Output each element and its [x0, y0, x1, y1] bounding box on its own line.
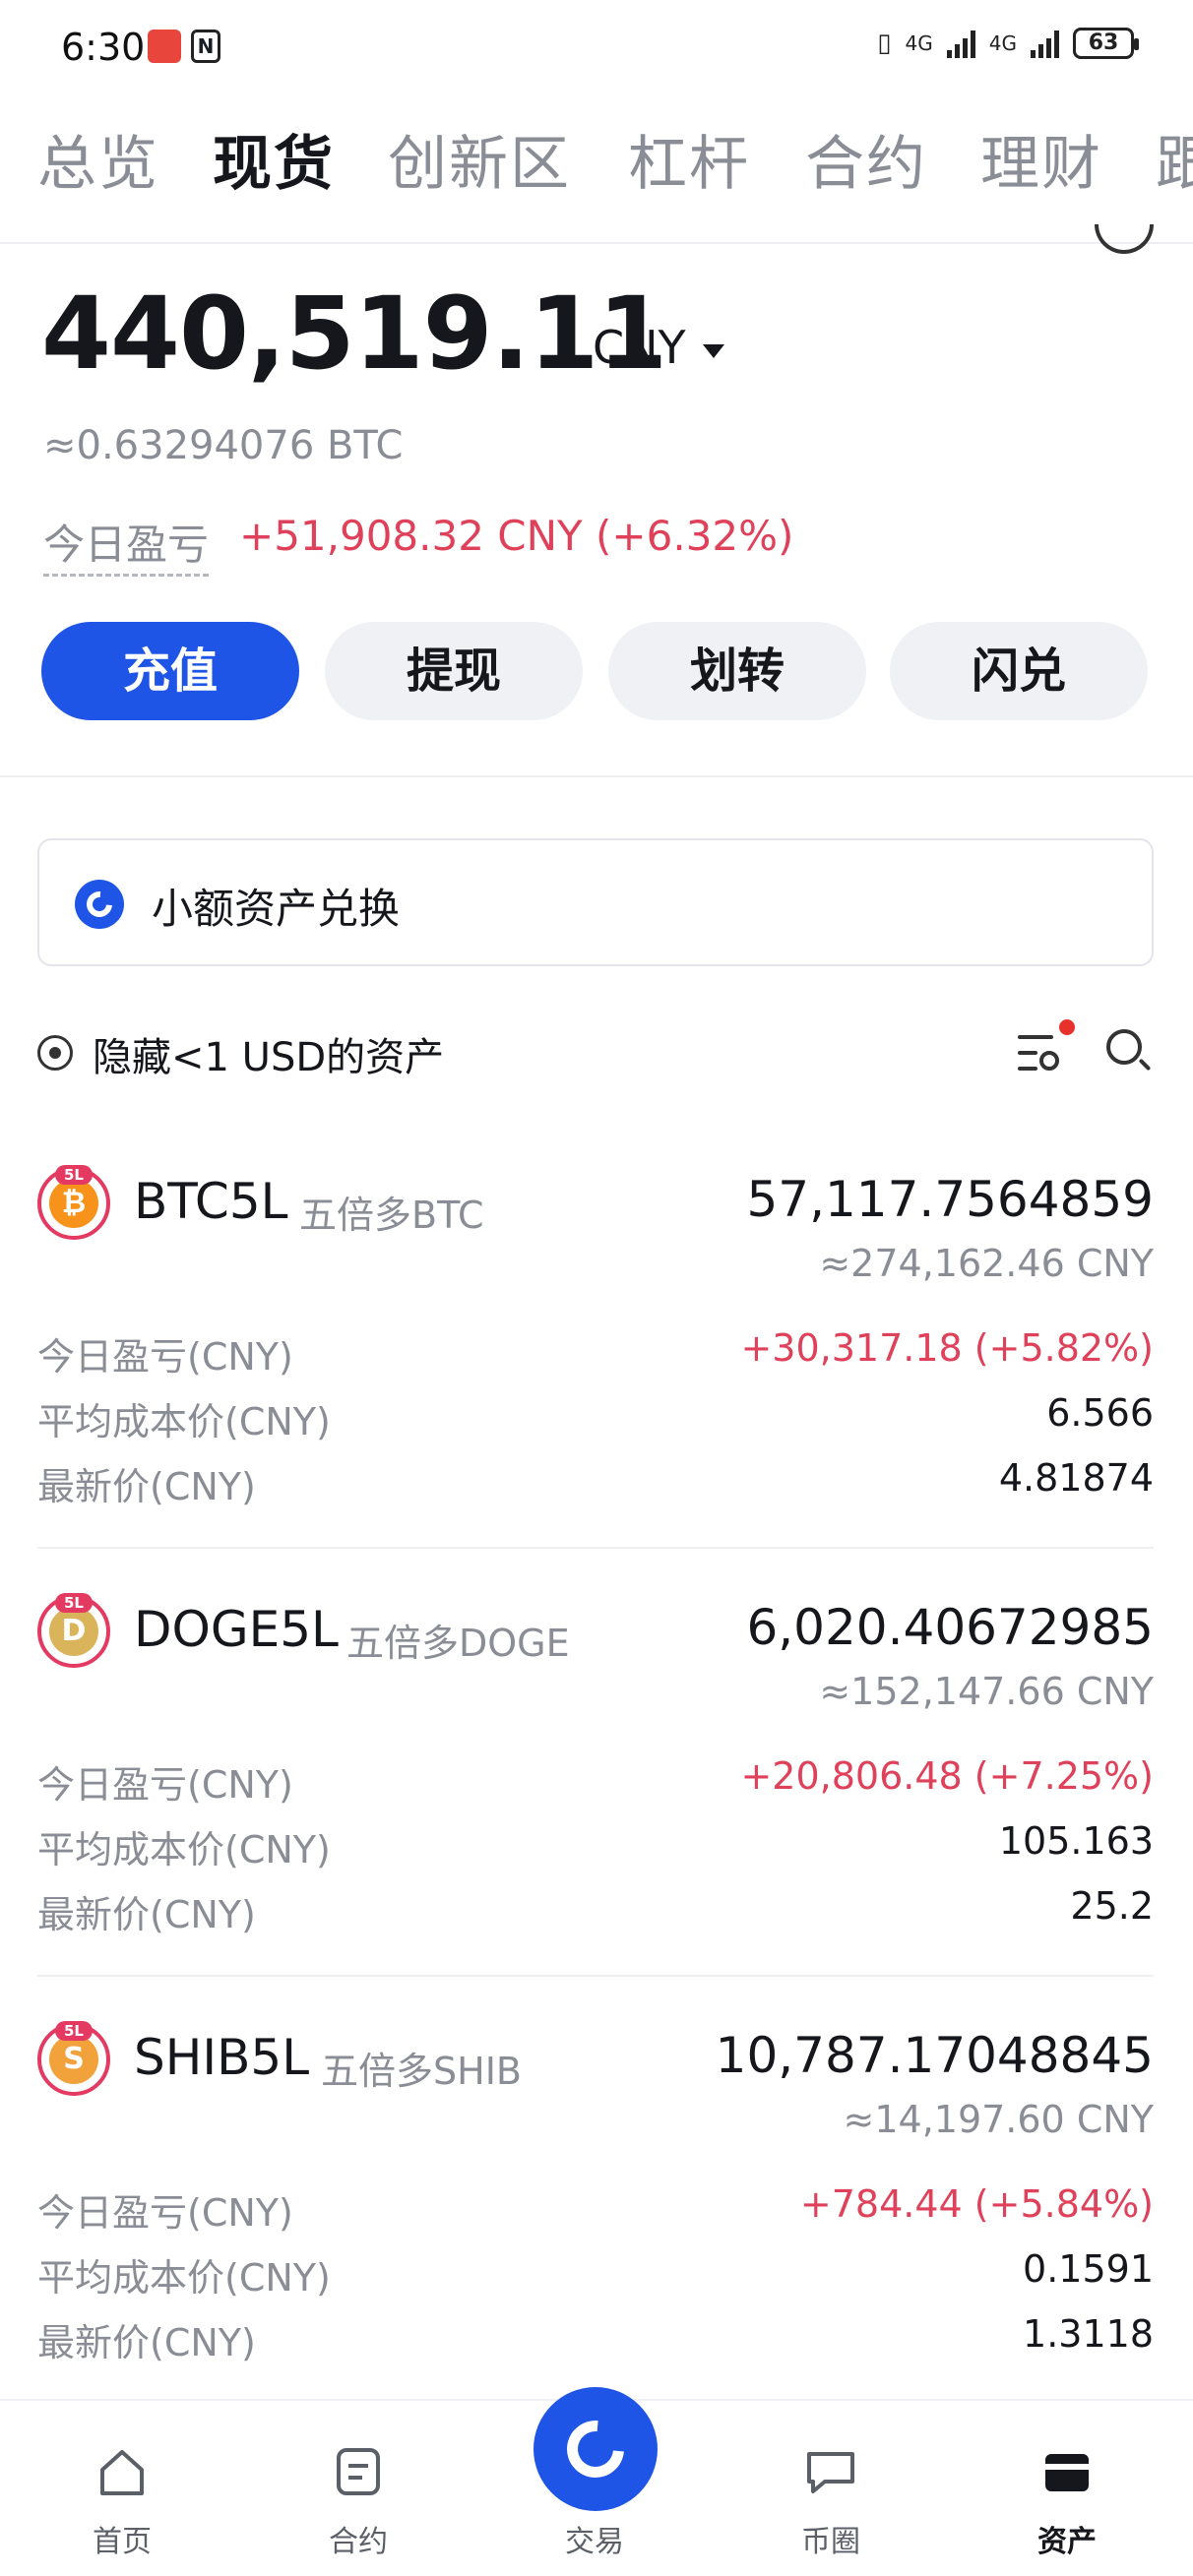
bottom-nav: 首页 合约 交易 币圈 资产: [0, 2387, 1193, 2576]
nav-trade[interactable]: 交易: [496, 2401, 693, 2576]
currency-selector[interactable]: CNY: [593, 321, 686, 374]
nav-futures[interactable]: 合约: [260, 2401, 457, 2576]
chat-icon: [807, 2452, 854, 2493]
nav-assets[interactable]: 资产: [969, 2401, 1165, 2576]
tabs-divider: [0, 242, 1193, 244]
asset-symbol: DOGE5L: [134, 1601, 339, 1658]
price-label: 最新价(CNY): [37, 2321, 256, 2364]
tab-spot[interactable]: 现货: [213, 116, 335, 202]
asset-symbol: SHIB5L: [134, 2029, 310, 2086]
price-label: 最新价(CNY): [37, 1465, 256, 1508]
status-time: 6:30: [61, 26, 146, 69]
price-label: 最新价(CNY): [37, 1893, 256, 1936]
search-icon[interactable]: [1106, 1029, 1142, 1065]
pnl-value: +784.44 (+5.84%): [799, 2182, 1154, 2226]
filter-settings-icon[interactable]: [1018, 1033, 1061, 1073]
nav-assets-label: 资产: [1037, 2525, 1097, 2559]
nav-community[interactable]: 币圈: [732, 2401, 929, 2576]
home-icon: [100, 2450, 144, 2495]
exchange-logo-icon: [75, 880, 124, 929]
pnl-label: 今日盈亏(CNY): [37, 1335, 293, 1379]
btc-equivalent: ≈0.63294076 BTC: [43, 423, 404, 468]
asset-tabs: 总览 现货 创新区 杠杆 合约 理财 跟: [0, 116, 1193, 215]
shib-coin-icon: S 5L: [37, 2021, 110, 2096]
small-asset-exchange-label: 小额资产兑换: [152, 885, 401, 933]
asset-approx-value: ≈274,162.46 CNY: [819, 1242, 1154, 1285]
signal-icon-2: [1031, 29, 1059, 58]
total-balance: 440,519.11: [41, 276, 667, 393]
asset-row[interactable]: D 5L DOGE5L 五倍多DOGE 6,020.40672985 ≈152,…: [0, 1579, 1193, 2002]
cost-value: 6.566: [1046, 1391, 1154, 1435]
futures-icon: [337, 2448, 380, 2495]
nfc-icon: N: [191, 30, 220, 63]
small-asset-exchange-card[interactable]: 小额资产兑换: [37, 838, 1154, 966]
nav-futures-label: 合约: [329, 2525, 388, 2559]
wallet-icon: [1045, 2454, 1089, 2491]
tab-futures[interactable]: 合约: [805, 116, 927, 202]
coin-inner: S: [49, 2035, 98, 2084]
pnl-label: 今日盈亏(CNY): [37, 2191, 293, 2235]
asset-desc: 五倍多SHIB: [321, 2050, 522, 2093]
asset-approx-value: ≈14,197.60 CNY: [843, 2098, 1155, 2141]
status-bar: 6:30 N ▯ 4G 4G 63: [0, 0, 1193, 98]
today-pnl-value: +51,908.32 CNY (+6.32%): [239, 512, 794, 560]
battery-icon: 63: [1073, 28, 1139, 59]
leverage-badge: 5L: [55, 2021, 93, 2041]
network-label-2: 4G: [988, 31, 1017, 55]
section-divider: [0, 775, 1193, 777]
cost-value: 105.163: [998, 1819, 1154, 1863]
asset-row[interactable]: S 5L SHIB5L 五倍多SHIB 10,787.17048845 ≈14,…: [0, 2007, 1193, 2430]
price-value: 4.81874: [998, 1456, 1154, 1500]
cost-label: 平均成本价(CNY): [37, 2256, 331, 2300]
asset-desc: 五倍多DOGE: [346, 1622, 570, 1665]
row-divider: [37, 1975, 1154, 1977]
coin-inner: ₿: [49, 1179, 98, 1228]
row-divider: [37, 1547, 1154, 1549]
notification-dot: [1059, 1019, 1075, 1035]
leverage-badge: 5L: [55, 1165, 93, 1185]
tab-copy[interactable]: 跟: [1156, 116, 1193, 202]
nav-community-label: 币圈: [801, 2525, 860, 2559]
price-value: 1.3118: [1023, 2312, 1154, 2356]
asset-approx-value: ≈152,147.66 CNY: [819, 1670, 1154, 1713]
leverage-badge: 5L: [55, 1593, 93, 1613]
price-value: 25.2: [1070, 1884, 1154, 1928]
tab-margin[interactable]: 杠杆: [628, 116, 750, 202]
nav-trade-label: 交易: [565, 2525, 624, 2559]
deposit-button[interactable]: 充值: [41, 622, 299, 720]
notification-app-icon: [148, 30, 181, 63]
withdraw-button[interactable]: 提现: [325, 622, 583, 720]
asset-symbol: BTC5L: [134, 1173, 288, 1230]
asset-quantity: 10,787.17048845: [715, 2027, 1154, 2084]
pnl-label: 今日盈亏(CNY): [37, 1763, 293, 1807]
coin-inner: D: [49, 1607, 98, 1656]
transfer-button[interactable]: 划转: [608, 622, 866, 720]
asset-row[interactable]: ₿ 5L BTC5L 五倍多BTC 57,117.7564859 ≈274,16…: [0, 1151, 1193, 1574]
tab-overview[interactable]: 总览: [37, 116, 159, 202]
caret-down-icon[interactable]: [703, 344, 724, 358]
asset-quantity: 57,117.7564859: [746, 1171, 1154, 1228]
convert-button[interactable]: 闪兑: [890, 622, 1148, 720]
cost-label: 平均成本价(CNY): [37, 1828, 331, 1871]
signal-icon-1: [946, 29, 975, 58]
asset-desc: 五倍多BTC: [299, 1194, 484, 1237]
asset-quantity: 6,020.40672985: [746, 1599, 1154, 1656]
cost-value: 0.1591: [1023, 2247, 1154, 2291]
nav-home[interactable]: 首页: [24, 2401, 220, 2576]
btc-coin-icon: ₿ 5L: [37, 1165, 110, 1240]
hide-small-radio[interactable]: [37, 1035, 73, 1071]
tab-earn[interactable]: 理财: [980, 116, 1102, 202]
network-label-1: 4G: [905, 31, 933, 55]
tab-innovation[interactable]: 创新区: [388, 116, 571, 202]
doge-coin-icon: D 5L: [37, 1593, 110, 1668]
pnl-value: +30,317.18 (+5.82%): [740, 1326, 1154, 1370]
vibrate-icon: ▯: [877, 29, 892, 58]
nav-home-label: 首页: [93, 2525, 152, 2559]
eye-icon[interactable]: [1095, 224, 1154, 254]
hide-small-label[interactable]: 隐藏<1 USD的资产: [93, 1025, 444, 1082]
today-pnl-label[interactable]: 今日盈亏: [43, 512, 210, 577]
pnl-value: +20,806.48 (+7.25%): [740, 1754, 1154, 1798]
status-right: ▯ 4G 4G 63: [877, 28, 1139, 59]
cost-label: 平均成本价(CNY): [37, 1400, 331, 1443]
